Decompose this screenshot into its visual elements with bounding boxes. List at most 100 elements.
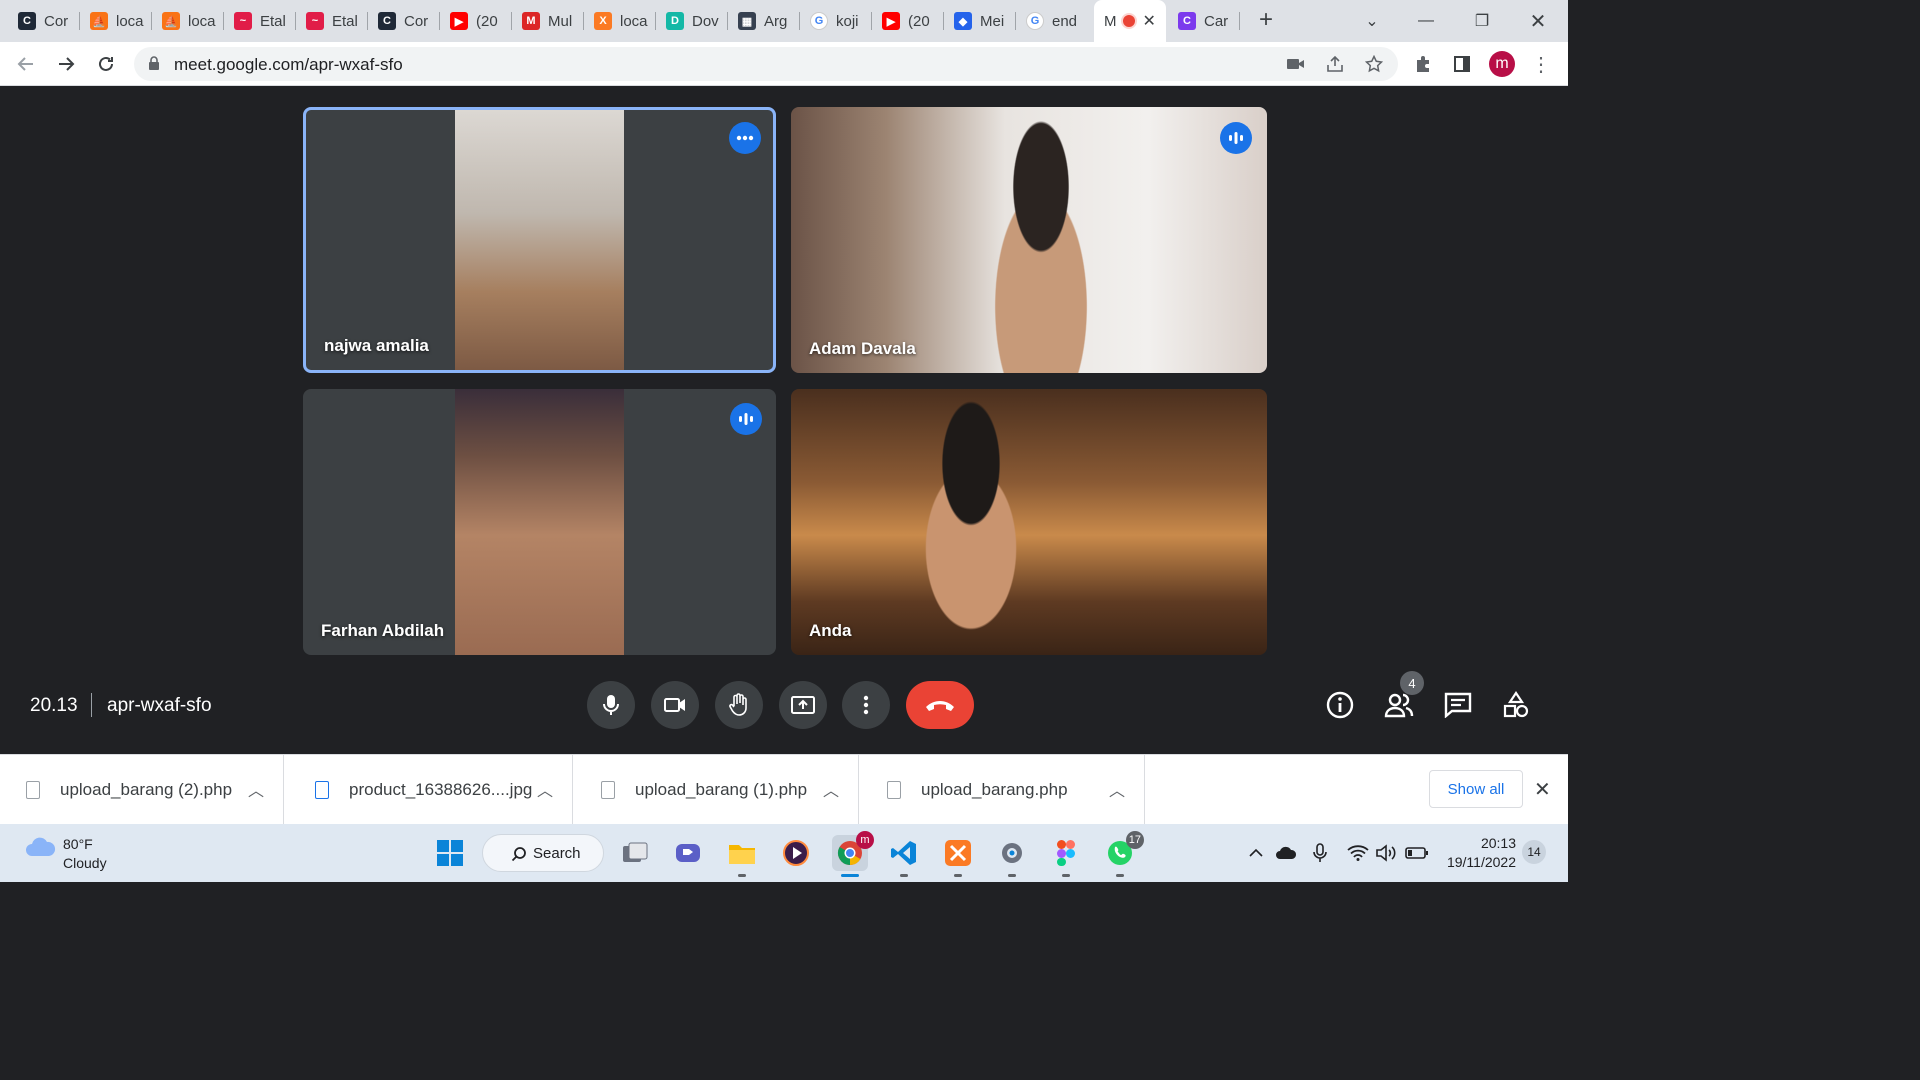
chrome-icon[interactable]: m (832, 831, 874, 877)
speaking-icon (1220, 122, 1252, 154)
taskbar-search[interactable]: Search (482, 834, 604, 872)
chevron-up-icon[interactable]: ︿ (248, 777, 264, 801)
microphone-in-use-icon[interactable] (1306, 835, 1334, 871)
browser-tab[interactable]: ~ Etal (224, 4, 296, 38)
browser-tab[interactable]: G end (1016, 4, 1092, 38)
file-explorer-icon[interactable] (724, 835, 760, 877)
download-item[interactable]: product_16388626....jpg ︿ (289, 755, 573, 825)
download-item[interactable]: upload_barang (2).php ︿ (0, 755, 284, 825)
leave-call-button[interactable] (906, 681, 974, 729)
browser-tab[interactable]: C Cor (368, 4, 440, 38)
camera-in-use-icon[interactable] (1284, 52, 1308, 76)
windows-taskbar: 80°F Cloudy Search m 17 20:13 19/11/2022… (0, 824, 1568, 882)
browser-tab[interactable]: M Mul (512, 4, 584, 38)
settings-gear-icon[interactable] (994, 835, 1030, 877)
system-clock-date[interactable]: 19/11/2022 (1430, 854, 1516, 870)
more-options-button[interactable] (842, 681, 890, 729)
browser-tab[interactable]: ▦ Arg (728, 4, 800, 38)
running-indicator (1062, 874, 1070, 877)
activities-icon[interactable] (1498, 687, 1534, 723)
search-icon (511, 847, 526, 862)
figma-icon[interactable] (1048, 835, 1084, 877)
notification-count-badge[interactable]: 14 (1522, 840, 1546, 864)
vscode-icon[interactable] (886, 835, 922, 877)
close-tab-icon[interactable]: ✕ (1143, 11, 1156, 31)
profile-avatar[interactable]: m (1489, 51, 1515, 77)
minimize-button[interactable]: — (1400, 0, 1452, 42)
browser-tab[interactable]: ◆ Mei (944, 4, 1016, 38)
tab-title: Mul (548, 12, 573, 30)
download-item[interactable]: upload_barang (1).php ︿ (575, 755, 859, 825)
browser-tab[interactable]: ~ Etal (296, 4, 368, 38)
start-button[interactable] (432, 835, 468, 871)
browser-tab[interactable]: X loca (584, 4, 656, 38)
xampp-icon[interactable] (940, 835, 976, 877)
participant-tile-self[interactable]: Anda (791, 389, 1267, 655)
tab-search-chevron-icon[interactable]: ⌄ (1346, 0, 1398, 42)
chat-icon[interactable] (1440, 687, 1476, 723)
download-item[interactable]: upload_barang.php ︿ (861, 755, 1145, 825)
whatsapp-icon[interactable]: 17 (1102, 831, 1144, 877)
browser-tab[interactable]: ⛵ loca (152, 4, 224, 38)
close-shelf-icon[interactable]: ✕ (1534, 777, 1551, 802)
reload-button[interactable] (92, 50, 120, 78)
tab-separator (1239, 12, 1240, 30)
tab-title: Mei (980, 12, 1005, 30)
side-panel-icon[interactable] (1448, 50, 1476, 78)
tab-title: (20 (908, 12, 930, 30)
participant-tile[interactable]: Farhan Abdilah (303, 389, 776, 655)
onedrive-cloud-icon[interactable] (1272, 835, 1300, 871)
system-clock-time[interactable]: 20:13 (1436, 835, 1516, 851)
browser-tab[interactable]: D Dov (656, 4, 728, 38)
restore-button[interactable]: ❐ (1456, 0, 1508, 42)
present-screen-button[interactable] (779, 681, 827, 729)
teams-chat-icon[interactable] (670, 835, 706, 871)
more-options-icon[interactable] (729, 122, 761, 154)
weather-widget[interactable]: 80°F Cloudy (24, 836, 107, 871)
battery-icon[interactable] (1402, 835, 1432, 871)
wifi-icon[interactable] (1344, 835, 1372, 871)
tab-title: Cor (44, 12, 69, 30)
browser-tab-active[interactable]: M ✕ (1094, 0, 1166, 42)
chevron-up-icon[interactable] (1242, 835, 1270, 871)
recording-dot-icon (1122, 15, 1135, 27)
running-indicator (738, 874, 746, 877)
microphone-button[interactable] (587, 681, 635, 729)
chevron-up-icon[interactable]: ︿ (823, 777, 839, 801)
share-icon[interactable] (1323, 52, 1347, 76)
media-player-icon[interactable] (778, 835, 814, 871)
browser-tab[interactable]: ▶ (20 (440, 4, 512, 38)
participant-count-badge: 4 (1400, 671, 1424, 695)
close-window-button[interactable]: ✕ (1512, 0, 1564, 42)
new-tab-button[interactable]: + (1252, 6, 1280, 34)
extensions-puzzle-icon[interactable] (1409, 50, 1437, 78)
show-all-downloads-button[interactable]: Show all (1429, 770, 1523, 808)
task-view-icon[interactable] (617, 835, 653, 871)
camera-button[interactable] (651, 681, 699, 729)
download-filename: upload_barang (2).php (60, 780, 233, 799)
tab-title: (20 (476, 12, 498, 30)
address-bar[interactable]: meet.google.com/apr-wxaf-sfo (134, 47, 1398, 81)
kebab-menu-icon[interactable]: ⋮ (1527, 50, 1555, 78)
browser-tab[interactable]: C Car (1168, 4, 1240, 38)
raise-hand-button[interactable] (715, 681, 763, 729)
meeting-details-icon[interactable] (1322, 687, 1358, 723)
browser-tab[interactable]: ▶ (20 (872, 4, 944, 38)
php-file-icon (887, 781, 901, 799)
participant-tile[interactable]: Adam Davala (791, 107, 1267, 373)
forward-button[interactable] (52, 50, 80, 78)
arg-icon: ▦ (738, 12, 756, 30)
bookmark-star-icon[interactable] (1362, 52, 1386, 76)
participant-tile[interactable]: najwa amalia (303, 107, 776, 373)
back-button[interactable] (12, 50, 40, 78)
chevron-up-icon[interactable]: ︿ (1109, 777, 1125, 801)
volume-icon[interactable] (1372, 835, 1400, 871)
dov-icon: D (666, 12, 684, 30)
youtube-icon: ▶ (882, 12, 900, 30)
browser-tab[interactable]: ⛵ loca (80, 4, 152, 38)
etalase-icon: ~ (234, 12, 252, 30)
download-filename: upload_barang (1).php (635, 780, 808, 799)
browser-tab[interactable]: C Cor (8, 4, 80, 38)
browser-tab[interactable]: G koji (800, 4, 872, 38)
chevron-up-icon[interactable]: ︿ (537, 777, 553, 801)
